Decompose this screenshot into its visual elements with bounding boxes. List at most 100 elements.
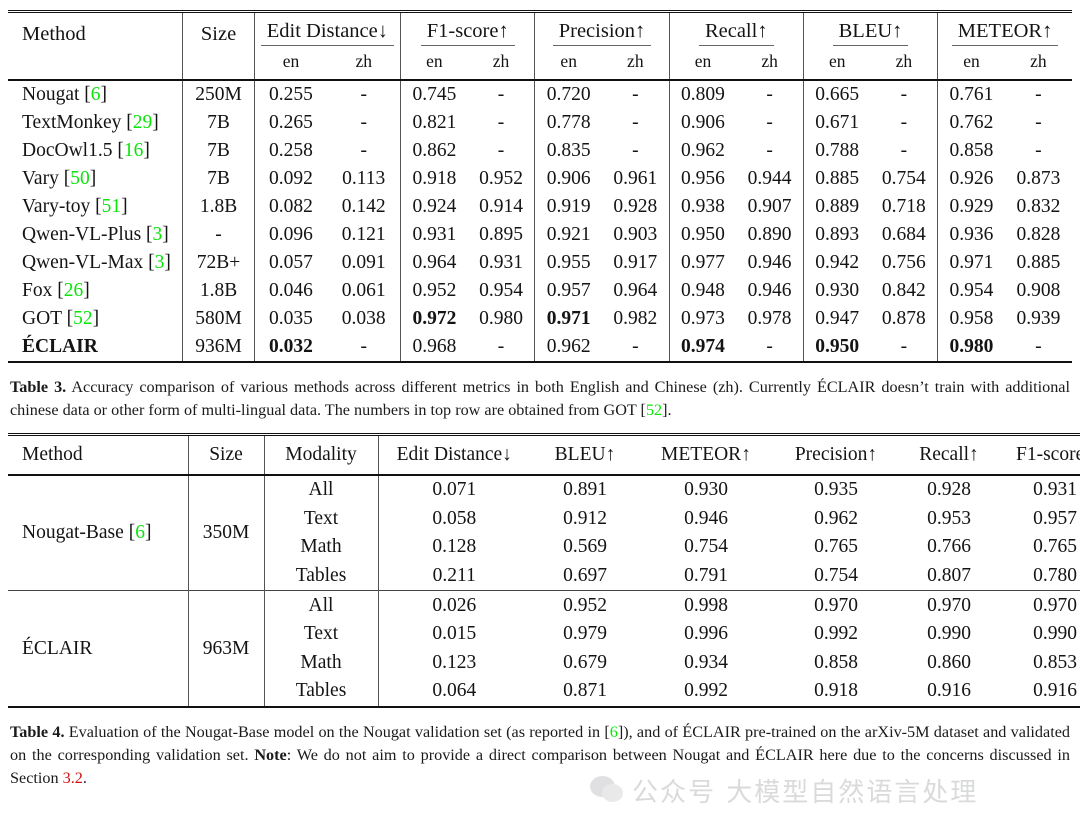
table-3-cell-size: 7B (182, 165, 255, 193)
table-4-caption: Table 4. Evaluation of the Nougat-Base m… (10, 721, 1070, 790)
table-3-cell-value: 0.885 (802, 165, 871, 193)
table-4-cell-value: 0.918 (814, 680, 858, 702)
table-4-cell-value: 0.765 (814, 536, 858, 558)
table-3-cell-value: 0.952 (479, 168, 523, 189)
table-3-cell-value: 0.968 (400, 333, 468, 362)
table-3-cell-value: 0.761 (937, 80, 1005, 109)
citation-link[interactable]: 50 (70, 168, 90, 189)
table-4-cell-value: 0.970 (927, 594, 971, 616)
citation-link[interactable]: 26 (64, 280, 84, 301)
table-3-cell-value: 0.954 (937, 277, 1005, 305)
citation-link[interactable]: 29 (133, 112, 153, 133)
table-4-cell-value: 0.990 (927, 623, 971, 645)
citation-link[interactable]: 16 (124, 140, 144, 161)
table-3-cell-value: 0.948 (668, 277, 737, 305)
table-3-caption-reference-link[interactable]: 52 (646, 401, 662, 419)
table-3-cell-size: 1.8B (182, 193, 255, 221)
table-row: Qwen-VL-Max [3] 72B+ 0.057 0.091 0.964 0.931 0… (8, 249, 1072, 277)
table-3-cell-method: Vary-toy [51] (22, 196, 128, 217)
table-3-subheader-zh-11: zh (1030, 51, 1047, 71)
table-3-cell-value: 0.926 (937, 165, 1005, 193)
citation-link[interactable]: 3 (153, 224, 163, 245)
table-4-cell-value: 0.935 (814, 479, 858, 501)
table-4-cell-value: 0.871 (563, 680, 607, 702)
table-3-cell-value: 0.665 (802, 80, 871, 109)
table-3-cell-value: 0.956 (668, 165, 737, 193)
table-4-col-header-precision: Precision↑ (794, 444, 878, 465)
table-4-cell-value: 0.569 (563, 536, 607, 558)
table-4-col-header-method: Method (22, 444, 83, 465)
table-3-col-header-f1score: F1-score↑ (400, 11, 535, 49)
table-3-cell-value: 0.265 (253, 109, 328, 137)
table-4-cell-value: 0.766 (927, 536, 971, 558)
citation-link[interactable]: 51 (102, 196, 122, 217)
table-3-cell-value: - (632, 112, 639, 133)
table-3-cell-value: 0.745 (400, 80, 468, 109)
table-3-cell-value: 0.046 (253, 277, 328, 305)
table-3-subheader-en-6: en (668, 49, 737, 80)
table-3-cell-value: 0.092 (253, 165, 328, 193)
table-3-cell-value: 0.972 (400, 305, 468, 333)
citation-link[interactable]: 6 (135, 522, 145, 543)
table-3-cell-value: 0.835 (534, 137, 602, 165)
table-3-cell-value: 0.946 (747, 252, 792, 273)
table-3-cell-value: - (360, 112, 367, 133)
table-4-caption-section-link[interactable]: 3.2 (63, 769, 83, 787)
table-3-cell-value: 0.082 (253, 193, 328, 221)
table-3-cell-value: 0.890 (747, 224, 792, 245)
table-3-cell-value: 0.113 (342, 168, 386, 189)
citation-link[interactable]: 3 (155, 252, 165, 273)
table-3-cell-value: 0.950 (668, 221, 737, 249)
table-4-cell-value: 0.992 (684, 680, 728, 702)
table-3-col-header-method: Method (22, 23, 86, 45)
table-3-cell-value: 0.258 (253, 137, 328, 165)
table-3-cell-method: TextMonkey [29] (22, 112, 159, 133)
table-3-cell-size: 580M (182, 305, 255, 333)
table-3-cell-value: - (1035, 140, 1042, 161)
table-3-cell-method: ÉCLAIR (22, 336, 98, 357)
table-3-cell-value: 0.671 (802, 109, 871, 137)
table-row: Vary-toy [51] 1.8B 0.082 0.142 0.924 0.914 0.9… (8, 193, 1072, 221)
table-3-cell-value: 0.903 (613, 224, 658, 245)
table-row: GOT [52] 580M 0.035 0.038 0.972 0.980 0.971 0.9… (8, 305, 1072, 333)
table-3-cell-method: Nougat [6] (22, 84, 108, 105)
table-4-bottom-rule (8, 706, 1080, 710)
table-4-col-header-modality: Modality (263, 434, 378, 475)
table-3-cell-value: - (766, 140, 773, 161)
table-3-col-header-recall: Recall↑ (668, 11, 804, 49)
table-3-cell-value: 0.718 (881, 196, 926, 217)
table-3-cell-value: - (1035, 336, 1042, 357)
table-3-cell-value: 0.982 (613, 308, 658, 329)
table-4-cell-value: 0.697 (563, 565, 607, 587)
table-4-caption-reference-link-6[interactable]: 6 (610, 723, 618, 741)
table-3-cell-value: 0.821 (400, 109, 468, 137)
table-3-cell-value: 0.684 (881, 224, 926, 245)
table-row: DocOwl1.5 [16] 7B 0.258 - 0.862 - 0.835 - 0.962 -… (8, 137, 1072, 165)
table-3-cell-value: 0.908 (1016, 280, 1061, 301)
table-3-group-label: F1-score↑ (420, 20, 515, 46)
table-3-cell-value: 0.964 (400, 249, 468, 277)
table-3-group-label: Recall↑ (698, 20, 774, 46)
citation-link[interactable]: 6 (91, 84, 101, 105)
table-3-cell-value: 0.947 (802, 305, 871, 333)
table-3-cell-size: 250M (182, 80, 255, 109)
table-3-cell-value: 0.978 (747, 308, 792, 329)
table-4-cell-value: 0.058 (377, 504, 530, 534)
citation-link[interactable]: 52 (73, 308, 93, 329)
table-4-col-header-recall: Recall↑ (919, 444, 979, 465)
table-3-cell-value: 0.809 (668, 80, 737, 109)
table-row: Nougat [6] 250M 0.255 - 0.745 - 0.720 - 0.809 - 0.… (8, 80, 1072, 109)
table-3-subheader-spacer-size (182, 49, 255, 80)
table-3-cell-method: Qwen-VL-Max [3] (22, 252, 171, 273)
table-3-caption-label: Table 3. (10, 378, 67, 396)
table-3-cell-value: 0.038 (341, 308, 386, 329)
table-4-cell-value: 0.064 (377, 677, 530, 707)
table-3-cell-size: 1.8B (182, 277, 255, 305)
table-3-cell-value: 0.061 (341, 280, 386, 301)
table-4-cell-modality: Tables (263, 561, 378, 591)
table-3-col-header-meteor: METEOR↑ (937, 11, 1072, 49)
table-3-subheader-en-4: en (534, 49, 602, 80)
table-4-cell-value: 0.928 (927, 479, 971, 501)
table-3-cell-value: 0.931 (400, 221, 468, 249)
table-4-cell-value: 0.912 (563, 507, 607, 529)
